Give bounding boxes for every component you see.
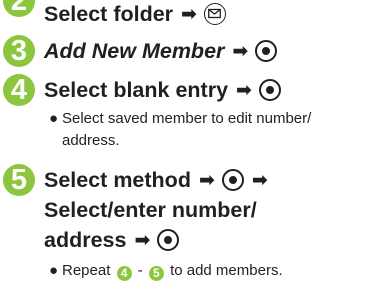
bullet-icon: ● xyxy=(49,262,59,279)
bullet-icon: ● xyxy=(49,110,59,127)
note-prefix: Repeat xyxy=(62,262,111,279)
note-text: Repeat 4 - 5 to add members. xyxy=(62,260,283,282)
arrow-right-icon: ➡ xyxy=(251,169,268,191)
note-dash: - xyxy=(137,262,143,279)
step-instruction: Select folder ➡ xyxy=(44,1,226,27)
step-instruction-line-2: Select/enter number/ xyxy=(44,197,257,223)
step-number-badge: 2 xyxy=(3,0,35,17)
note-suffix: to add members. xyxy=(170,262,283,279)
arrow-right-icon: ➡ xyxy=(181,3,197,25)
step-ref-badge: 4 xyxy=(116,266,132,281)
arrow-right-icon: ➡ xyxy=(232,40,249,62)
step-instruction: Add New Member ➡ xyxy=(44,38,278,64)
step-text: Select blank entry xyxy=(44,78,229,102)
step-text: Select method xyxy=(44,168,191,192)
step-note: ● Repeat 4 - 5 to add members. xyxy=(49,260,379,284)
step-text: Select folder xyxy=(44,2,174,26)
center-key-icon xyxy=(221,169,244,191)
center-key-icon xyxy=(157,229,180,251)
arrow-right-icon: ➡ xyxy=(236,79,252,101)
step-number-badge: 4 xyxy=(3,74,35,106)
step-note: ● Select saved member to edit number/ ad… xyxy=(49,108,379,152)
step-text: address xyxy=(44,228,127,252)
arrow-right-icon: ➡ xyxy=(198,169,215,191)
step-instruction-line-3: address ➡ xyxy=(44,227,180,253)
step-instruction-line-1: Select method ➡ ➡ xyxy=(44,167,275,193)
step-number-badge: 5 xyxy=(3,164,35,196)
center-key-icon xyxy=(258,79,281,101)
step-ref-badge: 5 xyxy=(148,266,164,281)
step-number-badge: 3 xyxy=(3,35,35,67)
note-text-line-2: address. xyxy=(62,132,120,149)
mail-key-icon xyxy=(203,3,226,25)
note-text-line-1: Select saved member to edit number/ xyxy=(62,110,312,127)
step-text: Add New Member xyxy=(44,39,225,63)
step-instruction: Select blank entry ➡ xyxy=(44,77,281,103)
step-text: Select/enter number/ xyxy=(44,198,257,222)
center-key-icon xyxy=(255,40,278,62)
arrow-right-icon: ➡ xyxy=(134,229,151,251)
